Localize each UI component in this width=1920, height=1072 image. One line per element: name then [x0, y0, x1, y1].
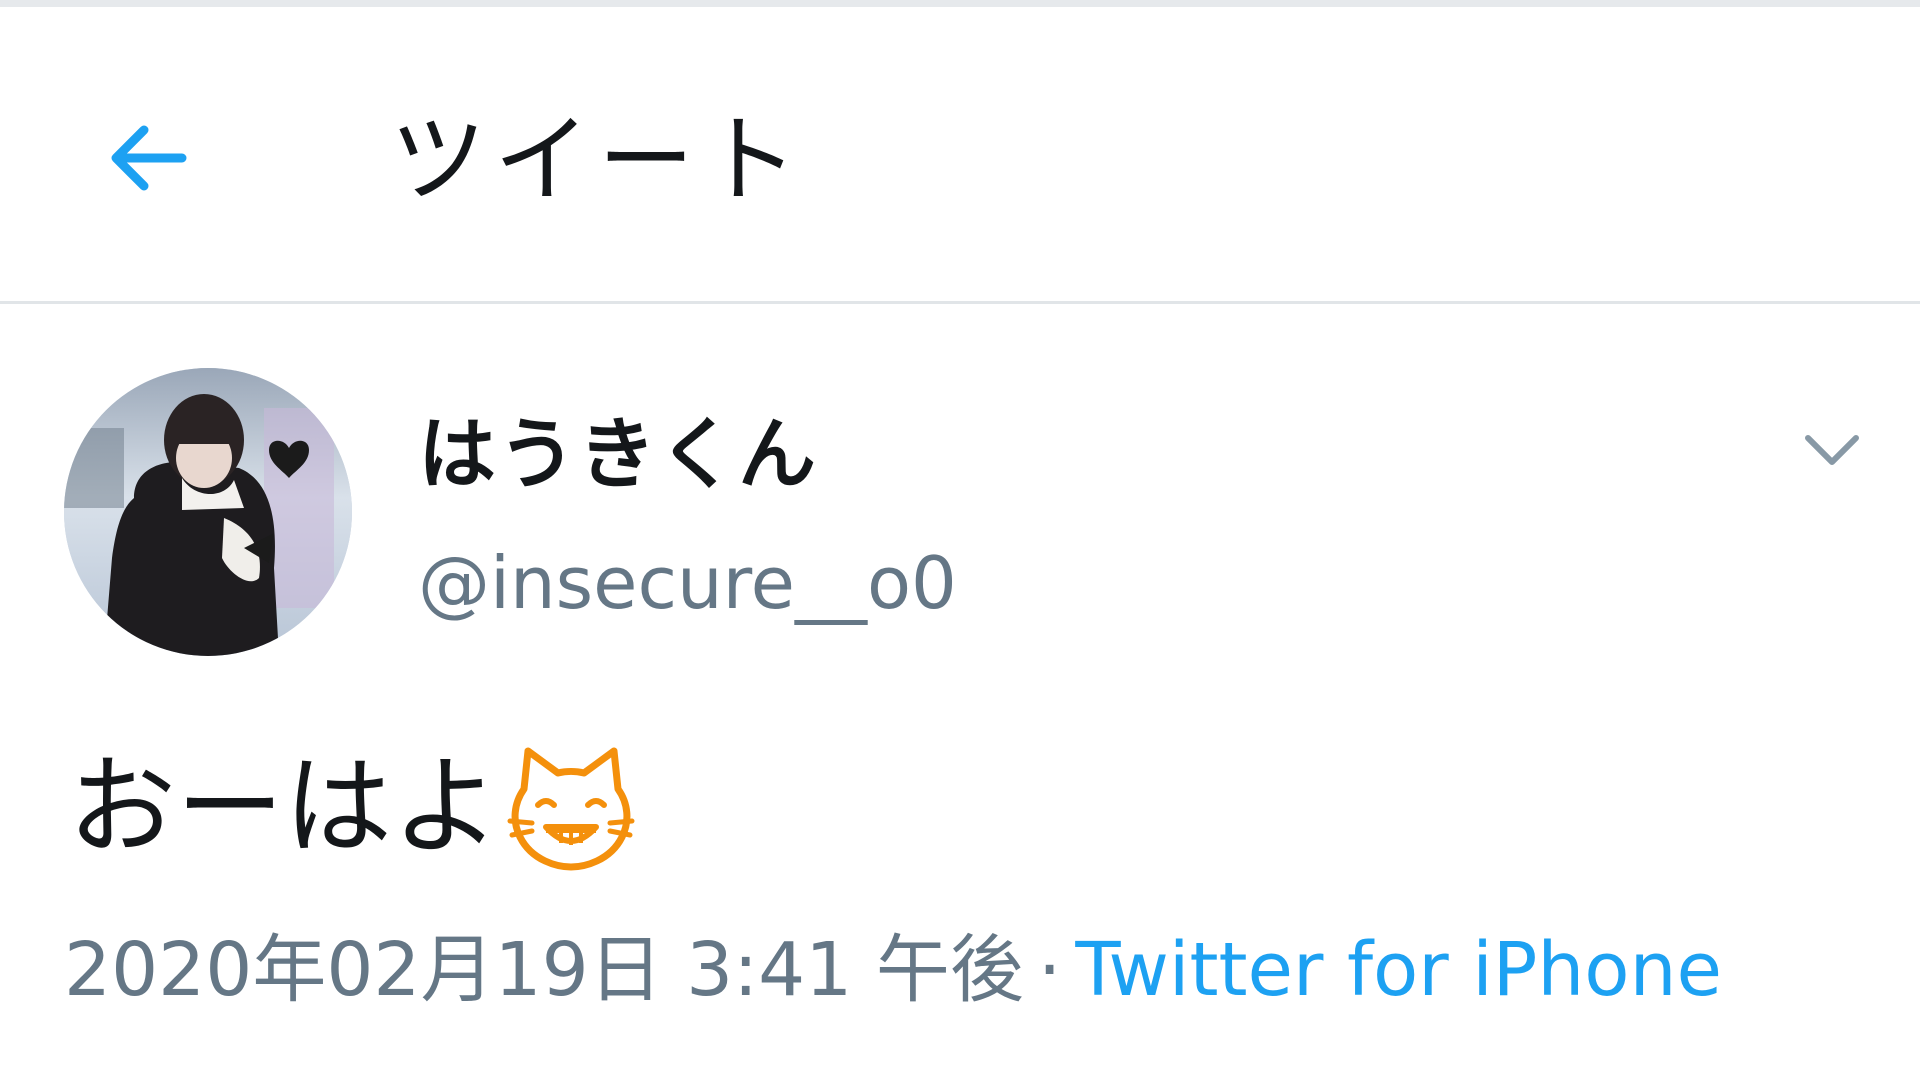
author-display-name[interactable]: はうきくん	[418, 405, 818, 505]
more-options-button[interactable]	[1792, 410, 1872, 490]
author-username[interactable]: @insecure__o0	[418, 538, 957, 628]
tweet-detail-screen: ツイート はうきくん @insecure__o0 おーはよ 2020年02月19…	[0, 0, 1920, 1072]
tweet-source-link[interactable]: Twitter for iPhone	[1075, 927, 1722, 1013]
page-title: ツイート	[390, 104, 806, 216]
chevron-down-icon	[1805, 435, 1859, 465]
back-button[interactable]	[88, 98, 208, 218]
tweet-text: おーはよ	[68, 738, 636, 878]
tweet-text-content: おーはよ	[68, 745, 501, 870]
header-divider	[0, 301, 1920, 304]
grinning-cat-emoji-icon	[506, 743, 636, 873]
avatar-photo	[64, 368, 352, 656]
tweet-timestamp[interactable]: 2020年02月19日 3:41 午後	[64, 927, 1024, 1013]
back-arrow-icon	[111, 125, 187, 191]
header-bar	[0, 7, 1920, 301]
tweet-metadata: 2020年02月19日 3:41 午後 · Twitter for iPhone	[64, 920, 1722, 1020]
avatar[interactable]	[64, 368, 352, 656]
meta-separator: ·	[1037, 927, 1062, 1013]
status-bar-strip	[0, 0, 1920, 7]
